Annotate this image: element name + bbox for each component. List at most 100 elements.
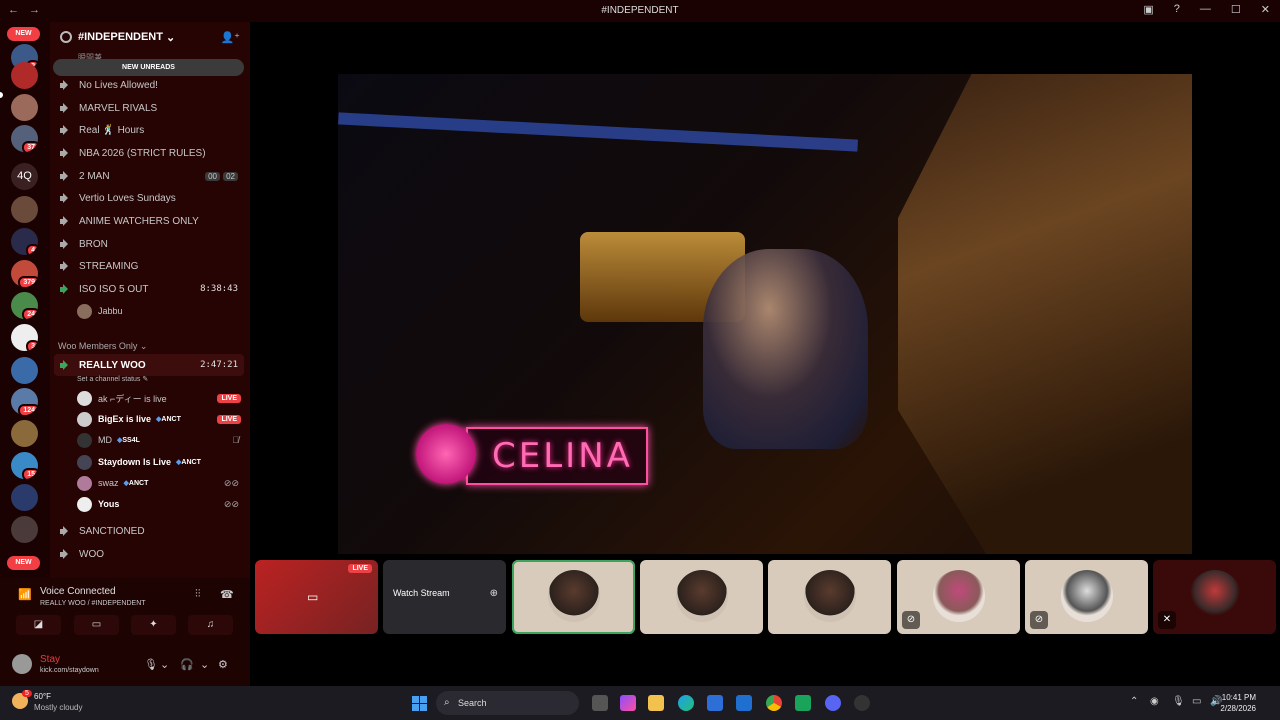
participant-tile[interactable]: ✕: [1153, 560, 1276, 634]
weather-condition[interactable]: Mostly cloudy: [34, 703, 82, 712]
voice-channel[interactable]: STREAMING: [54, 255, 244, 277]
network-icon[interactable]: ▭: [1192, 696, 1201, 707]
server-icon[interactable]: 379: [11, 260, 38, 287]
avatar: [77, 411, 92, 427]
voice-member[interactable]: MD SS4L 🎙̸: [77, 430, 243, 450]
category-header[interactable]: Woo Members Only ⌄: [58, 341, 147, 352]
user-avatar[interactable]: [12, 654, 32, 674]
server-icon[interactable]: 24: [11, 292, 38, 319]
server-icon[interactable]: [11, 94, 38, 121]
outlook-icon[interactable]: [736, 695, 752, 711]
voice-member[interactable]: ak ⌐ディー is live LIVE: [77, 388, 243, 408]
server-icon[interactable]: [11, 516, 38, 543]
screen-share-button[interactable]: ▭: [74, 615, 119, 635]
server-icon[interactable]: 15: [11, 452, 38, 479]
server-icon[interactable]: 4: [11, 228, 38, 255]
disconnect-icon[interactable]: ☎: [220, 588, 234, 601]
voice-member[interactable]: BigEx is live ANCT LIVE: [77, 409, 243, 429]
server-icon[interactable]: [11, 196, 38, 223]
voice-member[interactable]: Jabbu: [77, 301, 243, 321]
tray-app-icon[interactable]: ◉: [1150, 696, 1159, 707]
app-icon[interactable]: [620, 695, 636, 711]
channel-status[interactable]: Set a channel status ✎: [77, 375, 148, 383]
edge-icon[interactable]: [678, 695, 694, 711]
server-icon[interactable]: [11, 357, 38, 384]
close-icon[interactable]: ✕: [1261, 3, 1270, 16]
help-icon[interactable]: ?: [1174, 3, 1180, 16]
voice-channel[interactable]: MARVEL RIVALS: [54, 97, 244, 119]
watch-stream-button[interactable]: Watch Stream: [393, 588, 450, 598]
voice-channel[interactable]: NBA 2026 (STRICT RULES): [54, 142, 244, 164]
server-icon[interactable]: [11, 62, 38, 89]
voice-channel[interactable]: BRON: [54, 233, 244, 255]
server-icon[interactable]: [11, 420, 38, 447]
start-button[interactable]: [412, 696, 427, 711]
noise-suppression-icon[interactable]: ⫶⫶: [195, 588, 201, 601]
microphone-icon[interactable]: 🎙: [144, 658, 158, 671]
voice-channel[interactable]: WOO: [54, 543, 244, 565]
task-view-icon[interactable]: [592, 695, 608, 711]
weather-temp[interactable]: 60°F: [34, 692, 51, 701]
voice-channel[interactable]: 2 MAN 00 02: [54, 165, 244, 187]
avatar: [77, 475, 92, 491]
store-icon[interactable]: [707, 695, 723, 711]
settings-gear-icon[interactable]: ⚙: [218, 658, 228, 671]
stream-tile-live[interactable]: LIVE ▭: [255, 560, 378, 634]
clock-time: 10:41 PM: [1221, 693, 1256, 702]
stream-tile-watch[interactable]: Watch Stream ⊕: [383, 560, 506, 634]
voice-channel[interactable]: Real 🕺 Hours: [54, 119, 244, 141]
inbox-icon[interactable]: ▣: [1143, 3, 1153, 16]
voice-channel-active[interactable]: REALLY WOO 2:47:21: [54, 354, 244, 376]
server-icon[interactable]: 124: [11, 388, 38, 415]
clock[interactable]: 10:41 PM 2/28/2026: [1220, 692, 1256, 714]
stream-video[interactable]: CELINA: [338, 74, 1192, 554]
new-pill[interactable]: NEW: [7, 556, 40, 570]
camera-button[interactable]: ◪: [16, 615, 61, 635]
invite-people-icon[interactable]: 👤⁺: [220, 31, 240, 44]
file-explorer-icon[interactable]: [648, 695, 664, 711]
tray-chevron-icon[interactable]: ⌃: [1130, 696, 1138, 707]
signal-icon[interactable]: 📶: [18, 588, 32, 601]
headphones-icon[interactable]: 🎧: [180, 658, 194, 671]
voice-channel[interactable]: ISO ISO 5 OUT 8:38:43: [54, 278, 244, 300]
voice-member[interactable]: Staydown Is Live ANCT: [77, 452, 243, 472]
chrome-icon[interactable]: [766, 695, 782, 711]
chevron-down-icon[interactable]: ⌄: [160, 658, 169, 671]
user-name[interactable]: Stay: [40, 654, 60, 665]
member-name: Staydown Is Live: [98, 457, 172, 467]
channel-name: REALLY WOO: [79, 359, 146, 371]
app-icon[interactable]: [795, 695, 811, 711]
participant-tile[interactable]: [768, 560, 891, 634]
watch-icon[interactable]: ⊕: [490, 588, 498, 599]
minimize-icon[interactable]: —: [1200, 3, 1211, 16]
maximize-icon[interactable]: ☐: [1231, 3, 1241, 16]
member-tag: ANCT: [124, 479, 148, 487]
voice-location[interactable]: REALLY WOO / #INDEPENDENT: [40, 600, 146, 607]
window-controls: ▣ ? — ☐ ✕: [1143, 3, 1270, 16]
participant-tile[interactable]: ⊘: [897, 560, 1020, 634]
participant-tile[interactable]: [640, 560, 763, 634]
voice-channel[interactable]: ANIME WATCHERS ONLY: [54, 210, 244, 232]
server-icon[interactable]: [11, 484, 38, 511]
unread-pill: [0, 92, 3, 98]
participant-tile[interactable]: ⊘: [1025, 560, 1148, 634]
voice-member[interactable]: swaz ANCT ⊘⊘: [77, 473, 243, 493]
participant-tile[interactable]: [512, 560, 635, 634]
voice-channel[interactable]: SANCTIONED: [54, 520, 244, 542]
server-icon-small: [60, 31, 72, 43]
new-pill[interactable]: NEW: [7, 27, 40, 41]
server-icon[interactable]: 3: [11, 324, 38, 351]
voice-channel[interactable]: No Lives Allowed!: [54, 74, 244, 96]
voice-status[interactable]: Voice Connected: [40, 586, 116, 597]
soundboard-button[interactable]: ♫: [188, 615, 233, 635]
chevron-down-icon[interactable]: ⌄: [200, 658, 209, 671]
microphone-tray-icon[interactable]: 🎙: [1172, 696, 1185, 707]
server-icon[interactable]: 37: [11, 125, 38, 152]
app-icon[interactable]: [854, 695, 870, 711]
activities-button[interactable]: ✦: [131, 615, 176, 635]
taskbar-search[interactable]: ⌕ Search: [436, 691, 579, 715]
voice-member[interactable]: Yous ⊘⊘: [77, 494, 243, 514]
folder-4q[interactable]: 4Q: [11, 163, 38, 190]
discord-icon[interactable]: [825, 695, 841, 711]
voice-channel[interactable]: Vertio Loves Sundays: [54, 187, 244, 209]
